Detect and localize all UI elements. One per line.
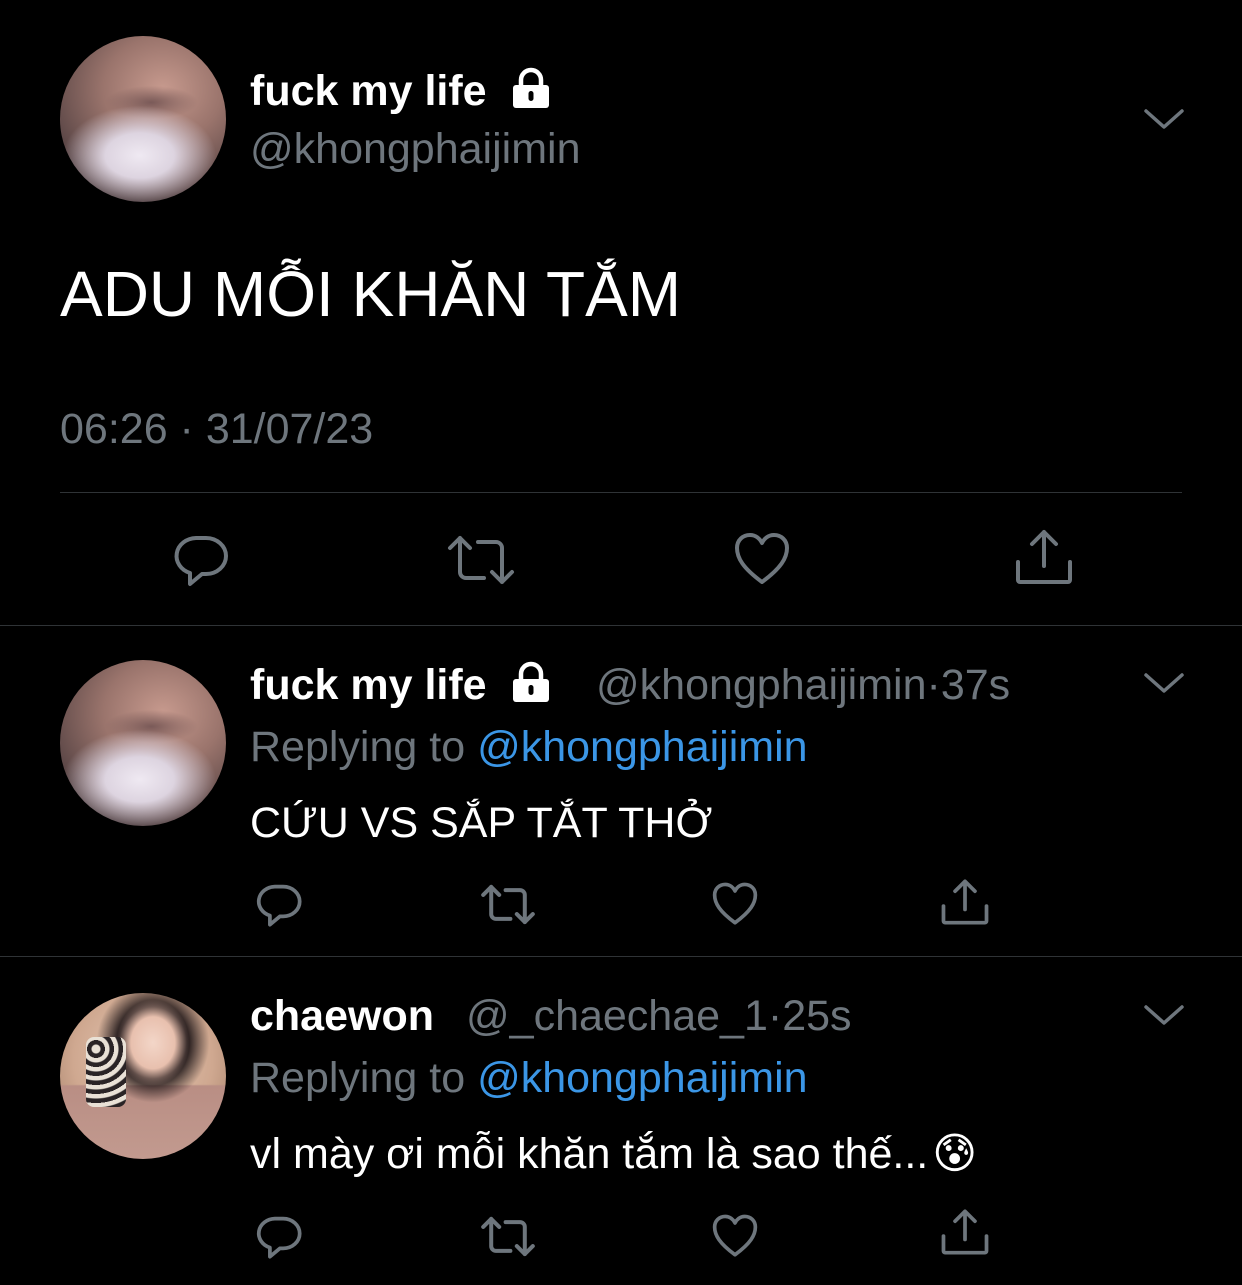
display-name[interactable]: fuck my life xyxy=(250,66,553,116)
tweet-timestamp[interactable]: 06:26 · 31/07/23 xyxy=(60,404,373,454)
retweet-icon[interactable] xyxy=(480,1214,536,1259)
share-icon[interactable] xyxy=(940,878,990,926)
username[interactable]: @khongphaijimin xyxy=(250,124,581,174)
retweet-icon[interactable] xyxy=(446,532,516,588)
relative-time[interactable]: 37s xyxy=(941,661,1010,709)
display-name-text: fuck my life xyxy=(250,67,487,115)
tweet-text: vl mày ơi mỗi khăn tắm là sao thế...😰 xyxy=(250,1129,977,1179)
username[interactable]: @khongphaijimin xyxy=(596,661,927,709)
tweet-text: ADU MỖI KHĂN TẮM xyxy=(60,258,682,330)
retweet-icon[interactable] xyxy=(480,882,536,927)
heart-icon[interactable] xyxy=(711,1214,759,1258)
divider xyxy=(0,625,1242,626)
username[interactable]: @_chaechae_1 xyxy=(466,992,768,1040)
replying-to-label: Replying to xyxy=(250,1054,478,1102)
avatar[interactable] xyxy=(60,993,226,1159)
separator: · xyxy=(926,661,941,709)
reply-icon[interactable] xyxy=(255,880,303,928)
avatar-phone-detail xyxy=(86,1037,126,1107)
display-name-text: fuck my life xyxy=(250,661,487,709)
heart-icon[interactable] xyxy=(711,882,759,926)
tweet-meta: @khongphaijimin·37s xyxy=(596,660,1010,710)
share-icon[interactable] xyxy=(940,1208,990,1256)
reply-icon[interactable] xyxy=(172,530,230,588)
lock-icon xyxy=(512,661,549,702)
replying-to: Replying to @khongphaijimin xyxy=(250,1053,808,1103)
anxious-face-emoji: 😰 xyxy=(932,1129,978,1179)
lock-icon xyxy=(512,67,549,108)
replying-to-mention[interactable]: @khongphaijimin xyxy=(477,723,808,771)
replying-to: Replying to @khongphaijimin xyxy=(250,722,808,772)
avatar[interactable] xyxy=(60,660,226,826)
relative-time[interactable]: 25s xyxy=(782,992,851,1040)
tweet-text: CỨU VS SẮP TẮT THỞ xyxy=(250,799,713,847)
tweet-meta: @_chaechae_1·25s xyxy=(466,991,852,1041)
separator: · xyxy=(767,992,783,1040)
replying-to-label: Replying to xyxy=(250,723,478,771)
divider xyxy=(60,492,1182,493)
reply-icon[interactable] xyxy=(255,1212,303,1260)
share-icon[interactable] xyxy=(1014,528,1074,586)
avatar[interactable] xyxy=(60,36,226,202)
chevron-down-icon[interactable] xyxy=(1142,1002,1186,1028)
replying-to-mention[interactable]: @khongphaijimin xyxy=(477,1054,808,1102)
display-name[interactable]: fuck my life xyxy=(250,660,553,710)
display-name[interactable]: chaewon xyxy=(250,991,434,1041)
chevron-down-icon[interactable] xyxy=(1142,106,1186,132)
heart-icon[interactable] xyxy=(733,532,791,586)
tweet-text-content: vl mày ơi mỗi khăn tắm là sao thế... xyxy=(250,1130,929,1178)
divider xyxy=(0,956,1242,957)
chevron-down-icon[interactable] xyxy=(1142,670,1186,696)
